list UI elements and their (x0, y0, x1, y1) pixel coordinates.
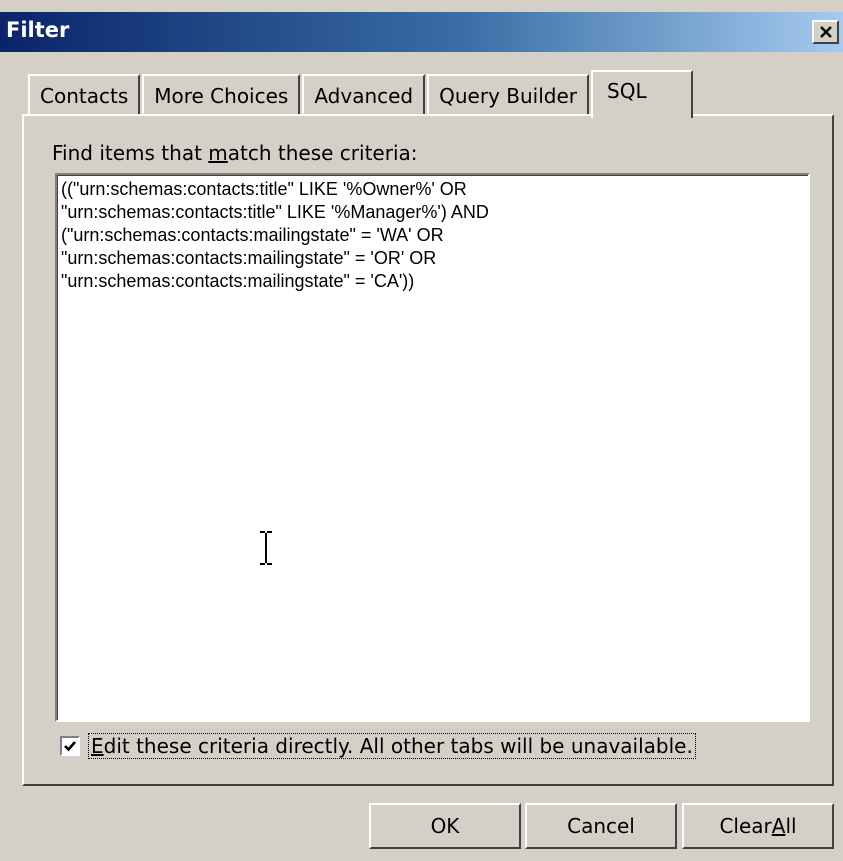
close-icon (819, 26, 832, 38)
clear-all-text-post: ll (785, 814, 797, 838)
clear-all-mnemonic: A (771, 814, 786, 838)
find-label-mnemonic: m (208, 141, 228, 165)
edit-directly-mnemonic: E (91, 734, 104, 758)
window-title: Filter (6, 18, 70, 42)
clear-all-button[interactable]: Clear All (682, 803, 834, 849)
edit-directly-text: dit these criteria directly. All other t… (103, 734, 693, 758)
find-items-label: Find items that match these criteria: (52, 141, 418, 165)
find-label-text-pre: Find items that (52, 141, 209, 165)
edit-directly-label[interactable]: Edit these criteria directly. All other … (88, 733, 696, 759)
tab-strip: Contacts More Choices Advanced Query Bui… (28, 66, 695, 118)
title-bar[interactable]: Filter (0, 12, 843, 52)
close-button[interactable] (812, 20, 839, 44)
tab-more-choices[interactable]: More Choices (142, 74, 301, 116)
clear-all-text-pre: Clear (719, 814, 772, 838)
edit-directly-option[interactable]: Edit these criteria directly. All other … (60, 733, 696, 759)
edit-directly-checkbox[interactable] (60, 736, 80, 756)
ok-button[interactable]: OK (369, 803, 521, 849)
cancel-button[interactable]: Cancel (525, 803, 677, 849)
ibeam-cursor-icon (260, 531, 272, 565)
tab-contacts[interactable]: Contacts (28, 74, 141, 116)
filter-dialog: Filter Contacts More Choices Advanced Qu… (0, 0, 843, 861)
tab-sql[interactable]: SQL (591, 70, 693, 118)
sql-criteria-textarea[interactable]: (("urn:schemas:contacts:title" LIKE '%Ow… (55, 173, 810, 722)
tab-advanced[interactable]: Advanced (302, 74, 426, 116)
tab-query-builder[interactable]: Query Builder (427, 74, 589, 116)
find-label-text-post: atch these criteria: (227, 141, 418, 165)
checkmark-icon (64, 741, 76, 752)
